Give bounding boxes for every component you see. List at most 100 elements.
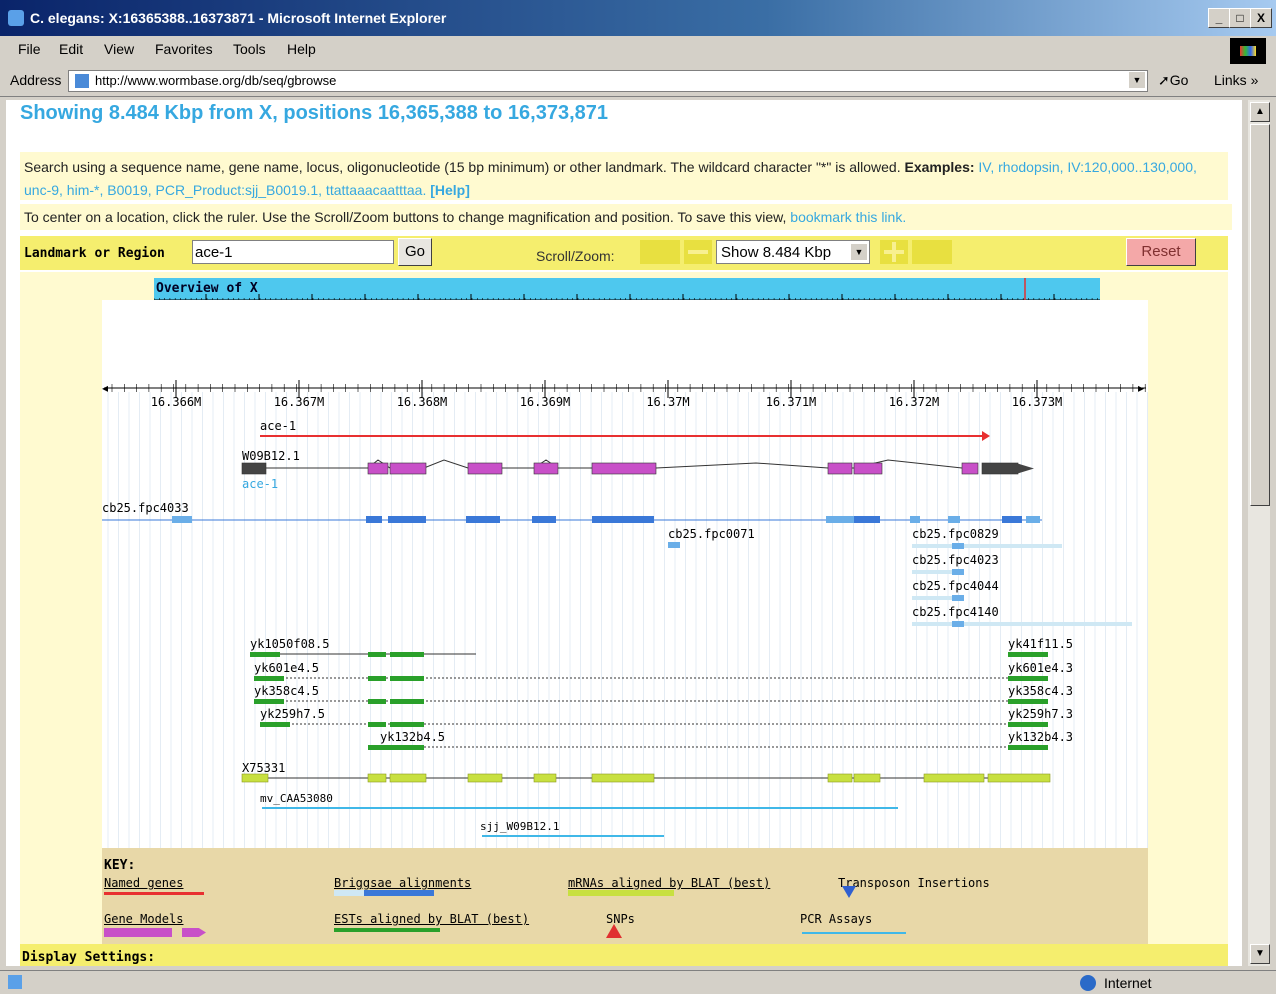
- menu-help[interactable]: Help: [287, 41, 316, 57]
- minimize-button[interactable]: _: [1208, 8, 1230, 28]
- key-title: KEY:: [104, 858, 136, 873]
- center-help-row: To center on a location, click the ruler…: [20, 204, 1232, 230]
- scroll-thumb[interactable]: [1250, 124, 1270, 506]
- gene-model-label[interactable]: W09B12.1: [242, 449, 300, 463]
- close-button[interactable]: X: [1250, 8, 1272, 28]
- gene-model[interactable]: [241, 459, 1034, 475]
- scroll-right-far-button[interactable]: [912, 240, 952, 264]
- briggsae-block: [826, 516, 854, 523]
- window-title: C. elegans: X:16365388..16373871 - Micro…: [30, 10, 447, 26]
- menu-file[interactable]: File: [18, 41, 41, 57]
- est-block: [368, 722, 386, 727]
- est-right-label: yk358c4.3: [1008, 684, 1073, 698]
- mrna-exon: [241, 773, 269, 783]
- mrna-exon: [853, 773, 881, 783]
- key-pcr: PCR Assays: [800, 912, 873, 926]
- chevron-down-icon[interactable]: ▼: [851, 244, 867, 260]
- ruler-tick-label: 16.368M: [397, 395, 448, 409]
- est-block: [250, 652, 280, 657]
- briggsae-label-5[interactable]: cb25.fpc4140: [912, 605, 999, 619]
- ruler-arrow-left-icon: ◂: [102, 381, 108, 395]
- gene-model-sublabel[interactable]: ace-1: [242, 477, 278, 491]
- key-mrnas: mRNAs aligned by BLAT (best): [568, 876, 771, 890]
- tracks-area[interactable]: ◂ ▸ 16.366M 16.367M 16.368M 16.369M 16.37M 16…: [102, 300, 1148, 848]
- search-help-row: Search using a sequence name, gene name,…: [20, 152, 1228, 200]
- briggsae-label-4[interactable]: cb25.fpc4044: [912, 579, 999, 593]
- est-track[interactable]: yk1050f08.5 yk41f11.5 yk601e4.5 yk601e4.3 yk…: [250, 637, 1073, 750]
- menu-favorites[interactable]: Favorites: [155, 41, 213, 57]
- est-block: [368, 699, 386, 704]
- bookmark-link[interactable]: bookmark this link.: [790, 209, 906, 225]
- briggsae-block: [948, 516, 960, 523]
- est-block: [390, 699, 424, 704]
- landmark-label: Landmark or Region: [24, 246, 165, 261]
- est-block: [390, 745, 424, 750]
- briggsae-label-2[interactable]: cb25.fpc0829: [912, 527, 999, 541]
- gene-model-exon: [981, 462, 1019, 475]
- display-settings-bar[interactable]: Display Settings:: [20, 944, 1228, 966]
- scroll-up-icon[interactable]: ▲: [1250, 102, 1270, 122]
- gene-model-exon: [591, 462, 657, 475]
- snp-triangle-icon: [606, 924, 622, 938]
- pcr-label-0[interactable]: mv_CAA53080: [260, 792, 333, 805]
- mrna-exon: [389, 773, 427, 783]
- zoom-in-button[interactable]: [880, 240, 908, 264]
- ruler-tick-label: 16.373M: [1012, 395, 1063, 409]
- maximize-button[interactable]: □: [1229, 8, 1251, 28]
- overview-title: Overview of X: [156, 281, 258, 296]
- address-bar: Address http://www.wormbase.org/db/seq/g…: [0, 66, 1276, 97]
- landmark-input[interactable]: [192, 240, 394, 264]
- est-block: [254, 699, 284, 704]
- briggsae-label-1[interactable]: cb25.fpc0071: [668, 527, 755, 541]
- key-gene-models: Gene Models: [104, 912, 184, 926]
- landmark-row: Landmark or Region Go Scroll/Zoom: Show …: [20, 236, 1228, 270]
- address-input[interactable]: http://www.wormbase.org/db/seq/gbrowse ▼: [68, 70, 1148, 92]
- est-block: [260, 722, 290, 727]
- est-block: [368, 652, 386, 657]
- status-bar: Internet: [0, 970, 1276, 994]
- page-status-icon: [8, 975, 22, 989]
- est-left-label: yk132b4.5: [380, 730, 445, 744]
- vertical-scrollbar[interactable]: ▲ ▼: [1248, 100, 1270, 966]
- go-label: Go: [1169, 72, 1189, 88]
- zoom-out-button[interactable]: [684, 240, 712, 264]
- help-link[interactable]: [Help]: [430, 182, 470, 198]
- zoom-select[interactable]: Show 8.484 Kbp ▼: [716, 240, 870, 264]
- mrna-exon: [467, 773, 503, 783]
- menu-view[interactable]: View: [104, 41, 134, 57]
- gene-model-exon: [853, 462, 883, 475]
- est-left-label: yk358c4.5: [254, 684, 319, 698]
- ruler-tick-label: 16.369M: [520, 395, 571, 409]
- ruler-tick-label: 16.371M: [766, 395, 817, 409]
- mrna-exon: [827, 773, 853, 783]
- key-gene-models-swatch: [104, 928, 172, 937]
- go-arrow-icon: ➚: [1158, 72, 1170, 88]
- menu-tools[interactable]: Tools: [233, 41, 266, 57]
- menu-edit[interactable]: Edit: [59, 41, 83, 57]
- scroll-left-far-button[interactable]: [640, 240, 680, 264]
- windows-logo-icon: [1230, 38, 1266, 64]
- reset-button[interactable]: Reset: [1126, 238, 1196, 266]
- briggsae-block: [854, 516, 880, 523]
- est-block: [1008, 676, 1048, 681]
- briggsae-label-0[interactable]: cb25.fpc4033: [102, 501, 189, 515]
- gene-model-exon: [367, 462, 389, 475]
- address-label: Address: [10, 72, 62, 88]
- mrna-label[interactable]: X75331: [242, 761, 285, 775]
- globe-icon: [1080, 975, 1096, 991]
- mrna-track[interactable]: [241, 773, 1051, 783]
- key-pcr-swatch: [802, 932, 906, 934]
- chevron-down-icon[interactable]: ▼: [1129, 72, 1145, 88]
- go-submit-button[interactable]: Go: [398, 238, 432, 266]
- named-gene-label[interactable]: ace-1: [260, 419, 296, 433]
- est-block: [368, 745, 386, 750]
- ie-icon: [8, 10, 24, 26]
- scroll-down-icon[interactable]: ▼: [1250, 944, 1270, 964]
- pcr-label-1[interactable]: sjj_W09B12.1: [480, 820, 559, 833]
- links-button[interactable]: Links »: [1214, 72, 1258, 88]
- briggsae-block: [366, 516, 382, 523]
- briggsae-label-3[interactable]: cb25.fpc4023: [912, 553, 999, 567]
- transposon-triangle-icon: [842, 886, 856, 898]
- go-button[interactable]: ➚Go: [1158, 72, 1188, 89]
- briggsae-block: [532, 516, 556, 523]
